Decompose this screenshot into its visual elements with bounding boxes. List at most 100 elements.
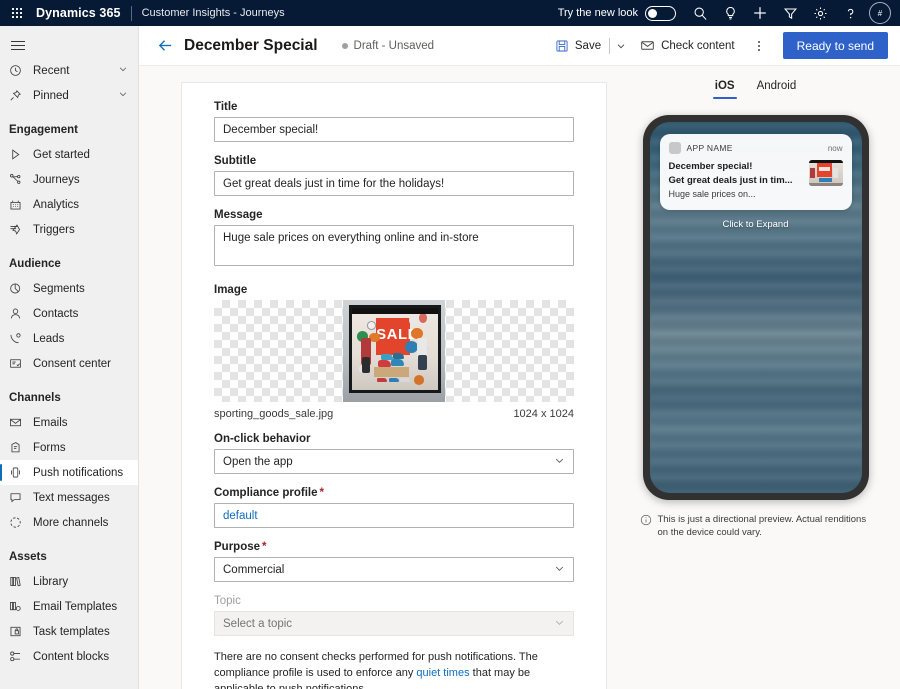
notification-header: APP NAME now — [669, 142, 843, 154]
form-icon — [9, 441, 25, 454]
app-icon — [669, 142, 681, 154]
sidebar-item-segments[interactable]: Segments — [0, 276, 138, 301]
quiet-times-link[interactable]: quiet times — [416, 667, 469, 679]
sidebar-item-recent[interactable]: Recent — [0, 58, 138, 83]
notification-preview-card[interactable]: APP NAME now December special! Get great… — [660, 134, 852, 210]
title-label: Title — [214, 101, 574, 113]
sidebar-item-push-notifications[interactable]: Push notifications — [0, 460, 138, 485]
sidebar-item-label: Consent center — [33, 358, 111, 370]
help-icon[interactable] — [835, 0, 865, 26]
info-icon — [640, 514, 652, 526]
plus-icon[interactable] — [745, 0, 775, 26]
play-icon — [9, 148, 25, 161]
avatar[interactable]: # — [869, 2, 891, 24]
sidebar-item-emails[interactable]: Emails — [0, 410, 138, 435]
sidebar-item-forms[interactable]: Forms — [0, 435, 138, 460]
compliance-profile-field: Compliance profile* default — [214, 487, 574, 528]
purpose-select[interactable] — [214, 557, 574, 582]
library-icon — [9, 575, 25, 588]
topic-select[interactable] — [214, 611, 574, 636]
more-commands-icon[interactable] — [747, 31, 771, 61]
consent-note: There are no consent checks performed fo… — [214, 650, 574, 689]
sidebar-item-analytics[interactable]: Analytics — [0, 192, 138, 217]
sidebar-item-get-started[interactable]: Get started — [0, 142, 138, 167]
sidebar-item-triggers[interactable]: Triggers — [0, 217, 138, 242]
image-preview: SALE — [343, 300, 445, 402]
sidebar-item-text-messages[interactable]: Text messages — [0, 485, 138, 510]
message-textarea[interactable]: Huge sale prices on everything online an… — [214, 225, 574, 266]
image-meta: sporting_goods_sale.jpg 1024 x 1024 — [214, 408, 574, 420]
sidebar-item-label: Emails — [33, 417, 68, 429]
click-to-expand-label[interactable]: Click to Expand — [722, 219, 788, 230]
subtitle-label: Subtitle — [214, 155, 574, 167]
back-arrow-icon[interactable] — [153, 34, 177, 58]
notification-body: December special! Get great deals just i… — [669, 160, 843, 201]
title-field: Title — [214, 101, 574, 142]
new-look-label: Try the new look — [558, 7, 638, 19]
image-field: Image SALE — [214, 284, 574, 420]
sidebar-item-pinned[interactable]: Pinned — [0, 83, 138, 108]
chevron-down-icon — [118, 64, 128, 77]
topic-field: Topic — [214, 595, 574, 636]
new-look-toggle[interactable] — [645, 6, 676, 21]
title-input[interactable] — [214, 117, 574, 142]
segments-icon — [9, 282, 25, 295]
sidebar-item-label: Pinned — [33, 90, 69, 102]
tab-ios[interactable]: iOS — [713, 76, 737, 99]
notification-app-name: APP NAME — [687, 143, 733, 153]
notification-title: December special! — [669, 160, 803, 174]
gear-icon[interactable] — [805, 0, 835, 26]
save-dropdown-chevron-down-icon[interactable] — [610, 31, 632, 61]
image-picker[interactable]: SALE — [214, 300, 574, 402]
sidebar-item-content-blocks[interactable]: Content blocks — [0, 644, 138, 669]
sidebar-item-leads[interactable]: Leads — [0, 326, 138, 351]
device-mockup: APP NAME now December special! Get great… — [643, 115, 869, 500]
app-name-label: Customer Insights - Journeys — [142, 7, 285, 19]
compliance-profile-input[interactable]: default — [214, 503, 574, 528]
purpose-field: Purpose* — [214, 541, 574, 582]
sidebar-item-task-templates[interactable]: Task templates — [0, 619, 138, 644]
main-region: December Special Draft - Unsaved — [139, 26, 900, 689]
sidebar-item-more-channels[interactable]: More channels — [0, 510, 138, 535]
subtitle-input[interactable] — [214, 171, 574, 196]
sidebar-item-label: Recent — [33, 65, 69, 77]
sidebar-item-label: Triggers — [33, 224, 75, 236]
lightbulb-icon[interactable] — [715, 0, 745, 26]
notification-subtitle: Get great deals just in tim... — [669, 174, 803, 188]
hamburger-menu-icon[interactable] — [0, 32, 36, 58]
filter-icon[interactable] — [775, 0, 805, 26]
ready-to-send-button[interactable]: Ready to send — [783, 32, 888, 59]
sidebar-item-email-templates[interactable]: Email Templates — [0, 594, 138, 619]
brand-title[interactable]: Dynamics 365 — [36, 6, 121, 20]
save-button[interactable]: Save — [547, 31, 609, 61]
sidebar-item-label: Email Templates — [33, 601, 117, 613]
chevron-down-icon — [118, 89, 128, 102]
topic-label: Topic — [214, 595, 574, 607]
sidebar-item-consent-center[interactable]: Consent center — [0, 351, 138, 376]
search-icon[interactable] — [685, 0, 715, 26]
preview-platform-tabs: iOS Android — [713, 76, 798, 99]
sidebar-item-library[interactable]: Library — [0, 569, 138, 594]
sidebar-item-journeys[interactable]: Journeys — [0, 167, 138, 192]
app-launcher-icon[interactable] — [4, 0, 30, 26]
onclick-behavior-select[interactable] — [214, 449, 574, 474]
suite-bar: Dynamics 365 Customer Insights - Journey… — [0, 0, 900, 26]
status-text: Draft - Unsaved — [354, 40, 435, 52]
envelope-icon — [9, 416, 25, 429]
purpose-label: Purpose* — [214, 541, 574, 553]
preview-column: iOS Android APP NAME now — [611, 66, 900, 689]
sidebar-item-label: Leads — [33, 333, 64, 345]
task-template-icon — [9, 625, 25, 638]
image-dimensions: 1024 x 1024 — [513, 408, 574, 420]
chat-icon — [9, 491, 25, 504]
command-bar: December Special Draft - Unsaved — [139, 26, 900, 66]
tab-android[interactable]: Android — [755, 76, 799, 99]
check-content-button[interactable]: Check content — [632, 31, 743, 61]
onclick-behavior-label: On-click behavior — [214, 433, 574, 445]
consent-icon — [9, 357, 25, 370]
sidebar-item-label: Analytics — [33, 199, 79, 211]
required-asterisk: * — [320, 487, 324, 499]
sidebar-item-contacts[interactable]: Contacts — [0, 301, 138, 326]
dynamics-365-app: Dynamics 365 Customer Insights - Journey… — [0, 0, 900, 689]
compliance-profile-link[interactable]: default — [223, 510, 258, 522]
